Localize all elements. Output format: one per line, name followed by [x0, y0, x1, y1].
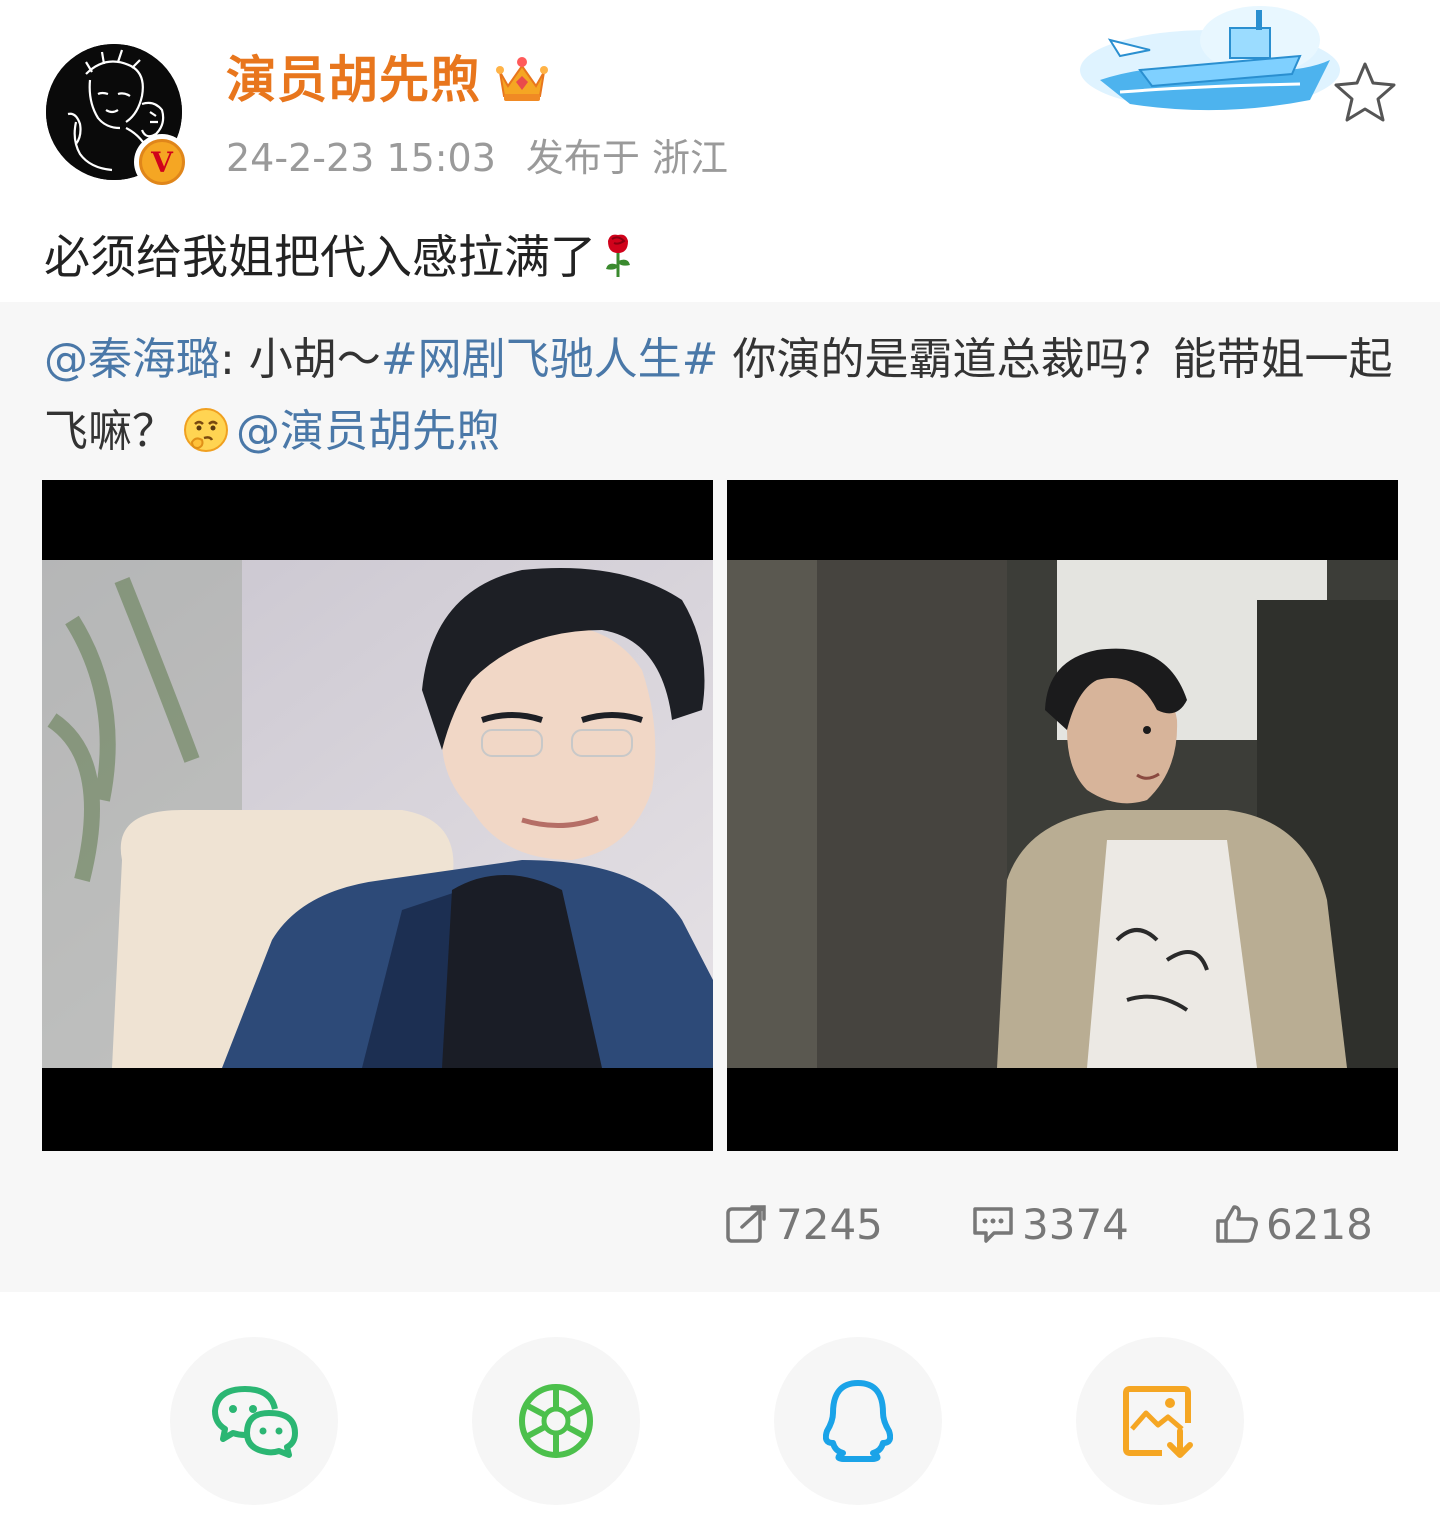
verified-badge-icon: V: [134, 134, 190, 190]
save-image-button[interactable]: [1076, 1337, 1244, 1505]
repost-icon: [726, 1205, 766, 1243]
wechat-icon: [212, 1386, 298, 1458]
like-count: 6218: [1266, 1199, 1373, 1249]
post-meta: 24-2-23 15:03 发布于 浙江: [226, 134, 728, 182]
save-image-icon: [1123, 1386, 1193, 1458]
comment-icon: [973, 1207, 1013, 1243]
share-wechat-button[interactable]: [170, 1337, 338, 1505]
repost-card[interactable]: @秦海璐: 小胡～#网剧飞驰人生# 你演的是霸道总裁吗？能带姐一起飞嘛？ @演员…: [0, 302, 1440, 1292]
repost-text: @秦海璐: 小胡～#网剧飞驰人生# 你演的是霸道总裁吗？能带姐一起飞嘛？ @演员…: [44, 324, 1404, 468]
mention-link[interactable]: @秦海璐: [44, 334, 220, 385]
repost-count-button[interactable]: 7245: [724, 1194, 883, 1254]
share-moments-button[interactable]: [472, 1337, 640, 1505]
comment-count: 3374: [1022, 1199, 1129, 1249]
favorite-star-icon[interactable]: [1330, 58, 1400, 124]
post-location: 发布于 浙江: [525, 136, 728, 180]
author-mention-link[interactable]: @演员胡先煦: [236, 406, 500, 457]
repost-count: 7245: [776, 1199, 883, 1249]
post-text: 必须给我姐把代入感拉满了: [44, 224, 636, 290]
post-body: 必须给我姐把代入感拉满了: [44, 230, 596, 284]
rose-emoji-icon: [606, 234, 630, 277]
card-skin-ship-icon: [1080, 6, 1340, 111]
weibo-post-page: V 演员胡先煦 24-2-23 15:03 发布于 浙江 必须给我姐把代入感拉满了: [0, 0, 1440, 1539]
post-timestamp: 24-2-23 15:03: [226, 136, 496, 180]
repost-lead: : 小胡～: [220, 334, 381, 385]
qq-icon: [823, 1380, 893, 1462]
video-still-casual-shirt: [727, 560, 1398, 1068]
share-qq-button[interactable]: [774, 1337, 942, 1505]
repost-image-2[interactable]: [727, 480, 1398, 1151]
thumbs-up-icon: [1216, 1205, 1258, 1243]
author-name[interactable]: 演员胡先煦: [226, 50, 481, 110]
crown-member-icon: [496, 57, 548, 101]
comment-count-button[interactable]: 3374: [970, 1194, 1129, 1254]
video-still-suit-glasses: [42, 560, 713, 1068]
moments-icon: [519, 1384, 593, 1458]
thinking-emoji-icon: [184, 408, 228, 452]
repost-image-1[interactable]: [42, 480, 713, 1151]
like-count-button[interactable]: 6218: [1214, 1194, 1373, 1254]
hashtag-link[interactable]: #网剧飞驰人生#: [381, 334, 719, 385]
